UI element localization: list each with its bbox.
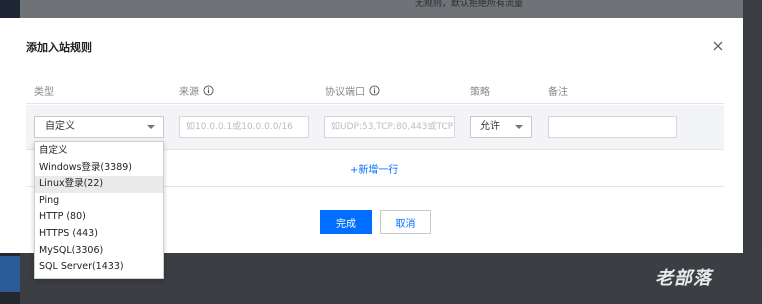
column-header-note: 备注 [548, 87, 568, 98]
column-header-type: 类型 [34, 87, 54, 98]
rules-table-header: 类型 来源 协议端口 策略 备注 [26, 78, 724, 104]
type-dropdown-menu: 自定义 Windows登录(3389) Linux登录(22) Ping HTT… [34, 141, 164, 279]
dropdown-option-mysql[interactable]: MySQL(3306) [35, 243, 163, 260]
dropdown-option-windows-login[interactable]: Windows登录(3389) [35, 160, 163, 177]
note-input[interactable] [548, 116, 677, 138]
background-empty-text: 无规则，默认拒绝所有流量 [415, 0, 524, 9]
confirm-button[interactable]: 完成 [320, 210, 372, 234]
protocol-port-input[interactable] [324, 116, 455, 138]
dropdown-option-custom[interactable]: 自定义 [35, 143, 163, 160]
close-button[interactable] [710, 38, 726, 54]
policy-select[interactable]: 允许 [470, 116, 532, 138]
add-row-link[interactable]: +新增一行 [350, 161, 398, 176]
dropdown-option-ping[interactable]: Ping [35, 193, 163, 210]
dropdown-option-sql-server[interactable]: SQL Server(1433) [35, 259, 163, 276]
sidebar-active-marker [0, 256, 20, 292]
watermark-logo: 老部落 [655, 268, 712, 289]
dropdown-option-https[interactable]: HTTPS (443) [35, 226, 163, 243]
policy-select-value: 允许 [480, 121, 500, 132]
dropdown-option-linux-login[interactable]: Linux登录(22) [35, 176, 163, 193]
column-header-source: 来源 [179, 83, 214, 98]
info-icon[interactable] [203, 85, 214, 96]
column-header-protocol-port: 协议端口 [325, 83, 380, 98]
close-icon [713, 41, 723, 51]
info-icon[interactable] [369, 85, 380, 96]
type-select[interactable]: 自定义 [34, 116, 164, 138]
chevron-down-icon [147, 125, 155, 129]
background-sidebar-top [0, 0, 20, 18]
type-select-value: 自定义 [45, 121, 75, 132]
background-page: 无规则，默认拒绝所有流量 [20, 0, 743, 18]
chevron-down-icon [515, 125, 523, 129]
dialog-title: 添加入站规则 [26, 41, 92, 54]
source-input[interactable] [179, 116, 309, 138]
cancel-button[interactable]: 取消 [380, 210, 431, 234]
dropdown-option-http[interactable]: HTTP (80) [35, 209, 163, 226]
column-header-policy: 策略 [470, 87, 490, 98]
